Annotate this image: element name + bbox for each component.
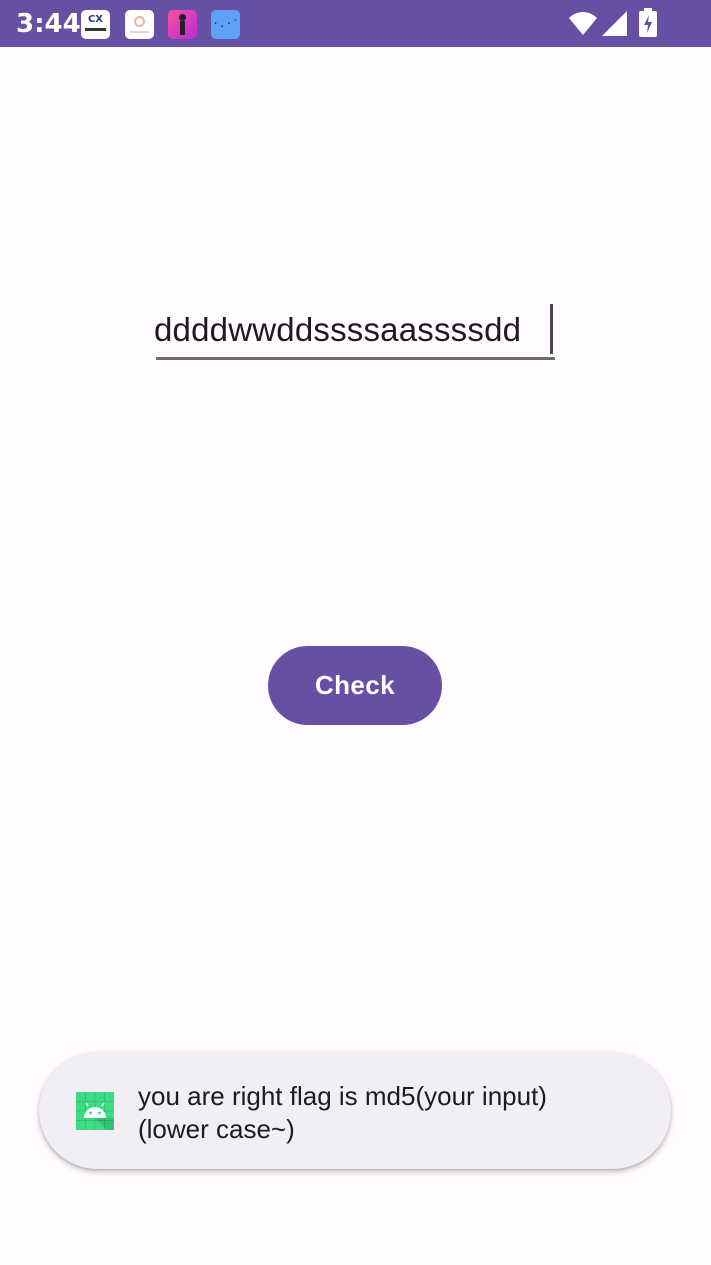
battery-charging-icon	[639, 8, 657, 37]
wifi-icon	[569, 12, 597, 35]
app-screen: { "status_bar": { "time": "3:44", "notif…	[0, 0, 711, 1265]
toast-text-line2: (lower case~)	[138, 1114, 295, 1144]
toast-text: you are right flag is md5(your input) (l…	[138, 1080, 648, 1146]
dance-app-icon	[168, 10, 197, 39]
face-app-icon: ·.·′	[211, 10, 240, 39]
input-underline	[156, 357, 555, 360]
gesture-nav-area	[0, 1237, 711, 1265]
photo-app-icon	[125, 10, 154, 39]
cx-app-icon-label: CX	[87, 14, 104, 25]
android-app-icon	[76, 1092, 114, 1130]
status-bar: 3:44 CX ·.·′	[0, 0, 711, 47]
signal-icon	[602, 11, 627, 36]
flag-input[interactable]	[154, 302, 556, 358]
status-time: 3:44	[16, 9, 81, 39]
check-button[interactable]: Check	[268, 646, 442, 725]
text-cursor	[550, 304, 553, 354]
toast-message: you are right flag is md5(your input) (l…	[39, 1052, 671, 1169]
cx-app-icon: CX	[81, 10, 110, 39]
flag-input-container	[154, 302, 556, 362]
toast-text-line1: you are right flag is md5(your input)	[138, 1081, 547, 1111]
face-app-icon-label: ·.·′	[212, 17, 239, 30]
